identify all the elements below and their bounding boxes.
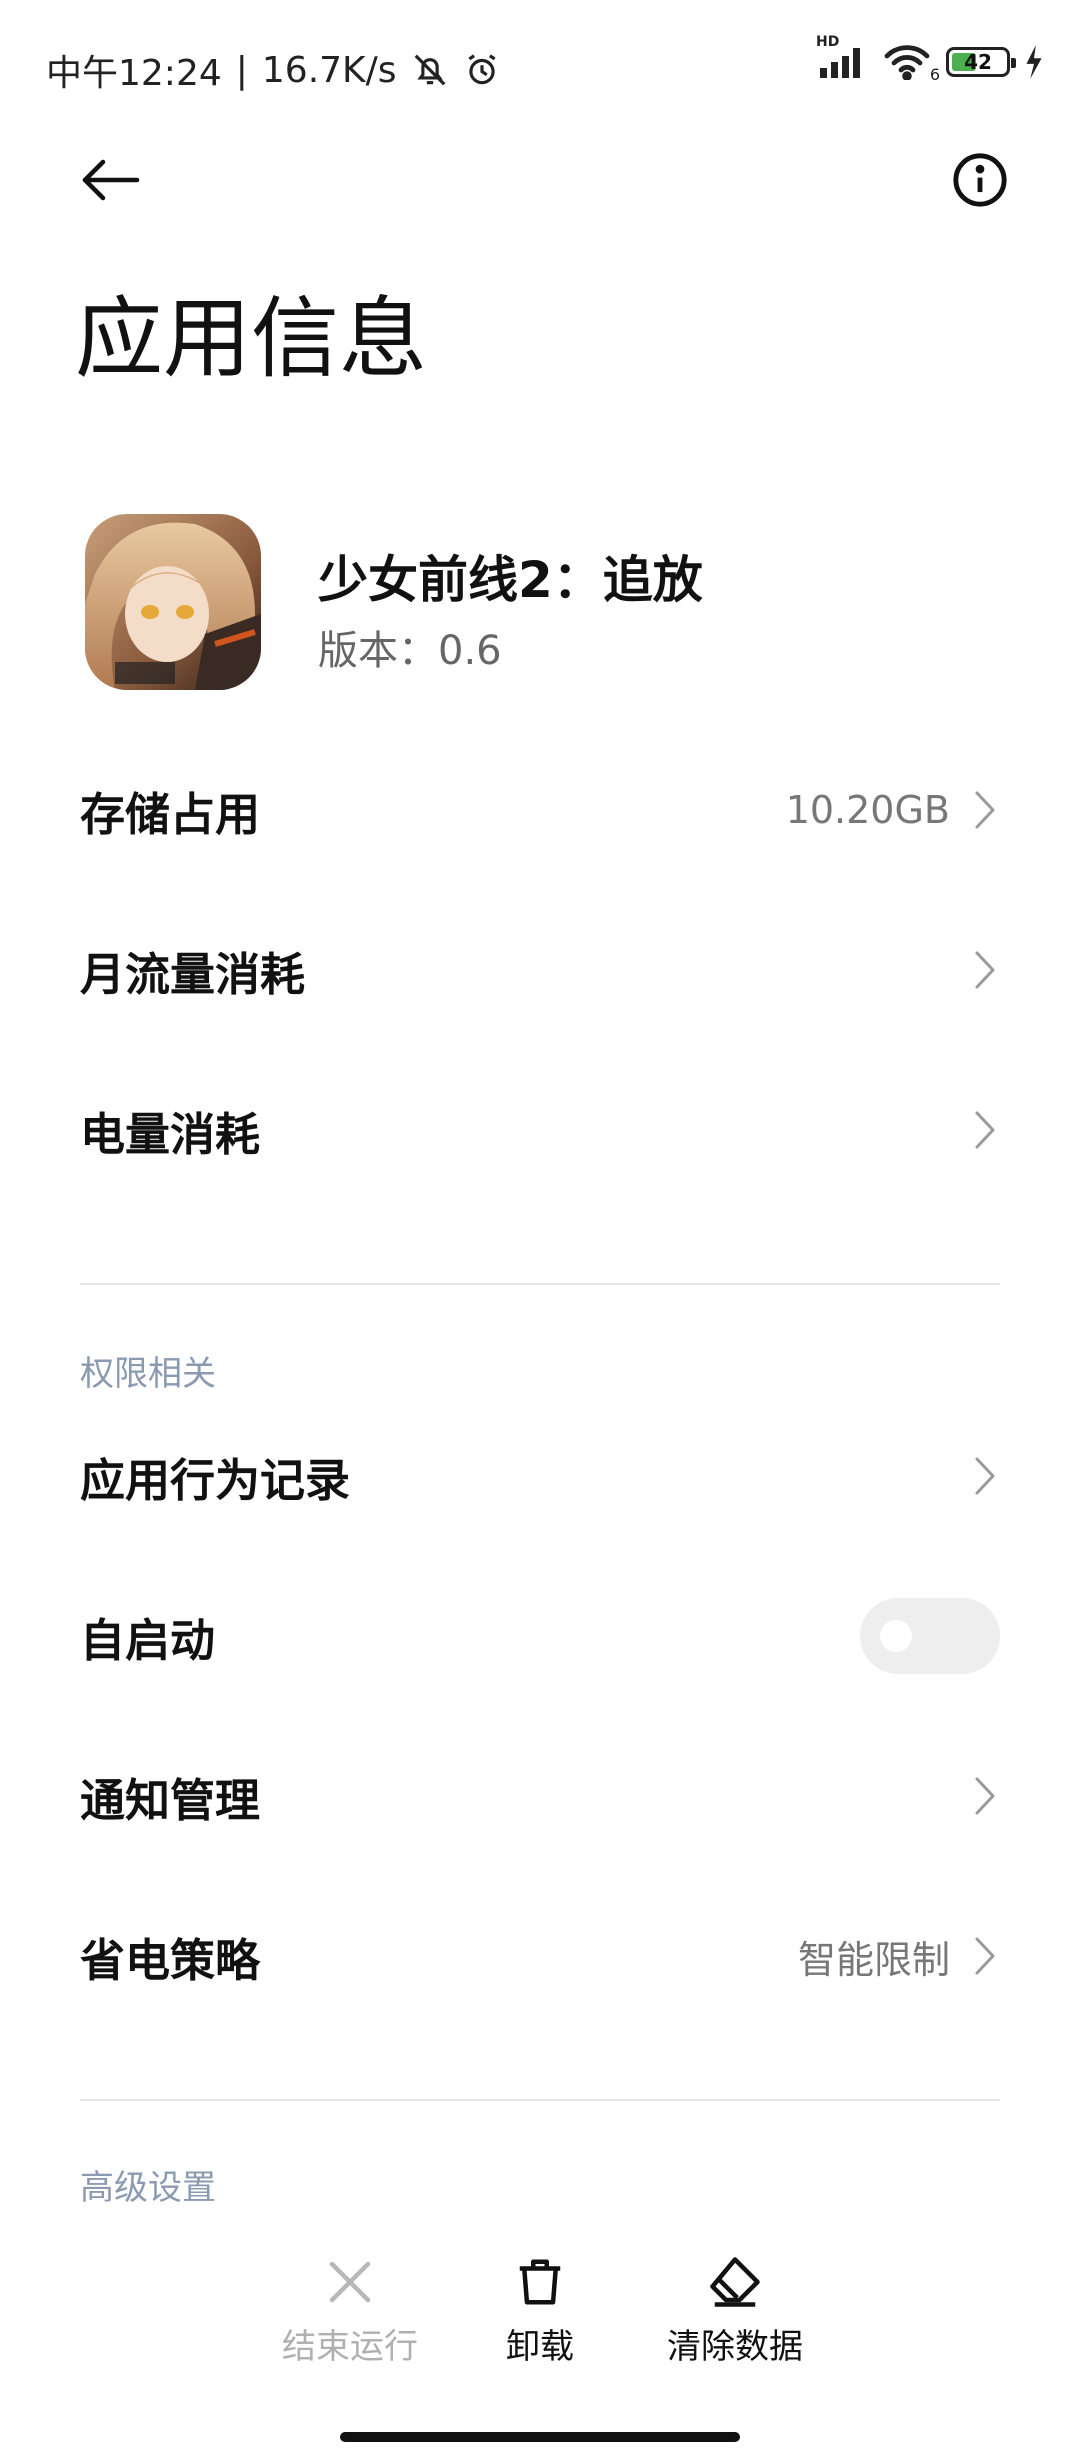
status-bar-left: 中午12:24 | 16.7K/s <box>46 44 501 96</box>
status-time: 中午12:24 <box>46 53 222 94</box>
divider <box>80 1283 1000 1285</box>
row-battery-usage-label: 电量消耗 <box>80 1107 261 1161</box>
app-icon <box>85 514 261 690</box>
chevron-right-icon <box>970 948 1000 992</box>
row-power-saving[interactable]: 省电策略 智能限制 <box>80 1876 1000 2036</box>
close-icon <box>329 2261 371 2303</box>
force-stop-label: 结束运行 <box>282 2327 418 2367</box>
force-stop-button[interactable]: 结束运行 <box>270 2255 430 2368</box>
app-name: 少女前线2：追放 <box>318 551 703 609</box>
page-title: 应用信息 <box>75 287 428 390</box>
section-title-advanced: 高级设置 <box>80 2168 216 2208</box>
app-version-value: 0.6 <box>438 628 502 674</box>
row-power-saving-label: 省电策略 <box>80 1933 261 1987</box>
chevron-right-icon <box>970 1454 1000 1498</box>
network-speed: 16.7K/s <box>261 49 397 91</box>
app-version-label: 版本： <box>318 628 438 674</box>
status-separator: | <box>235 49 248 91</box>
trash-icon <box>519 2259 561 2305</box>
row-storage-label: 存储占用 <box>80 787 261 841</box>
autostart-toggle[interactable] <box>860 1598 1000 1674</box>
chevron-right-icon <box>970 788 1000 832</box>
back-button[interactable] <box>70 140 150 220</box>
signal-icon: HD <box>816 34 868 80</box>
wifi-icon: 6 <box>882 44 940 84</box>
row-monthly-data[interactable]: 月流量消耗 <box>80 890 1000 1050</box>
battery-level: 42 <box>964 50 992 74</box>
row-autostart-label: 自启动 <box>80 1613 216 1667</box>
chevron-right-icon <box>970 1934 1000 1978</box>
info-icon <box>953 153 1007 207</box>
uninstall-button[interactable]: 卸载 <box>460 2255 620 2368</box>
row-battery-usage[interactable]: 电量消耗 <box>80 1050 1000 1210</box>
row-monthly-data-label: 月流量消耗 <box>80 947 306 1001</box>
row-storage[interactable]: 存储占用 10.20GB <box>80 730 1000 890</box>
clear-data-label: 清除数据 <box>667 2327 803 2367</box>
app-version: 版本：0.6 <box>318 618 502 676</box>
info-button[interactable] <box>940 140 1020 220</box>
alarm-icon <box>463 51 501 89</box>
row-behavior-log-label: 应用行为记录 <box>80 1453 351 1507</box>
charging-icon <box>1024 45 1044 79</box>
row-storage-value: 10.20GB <box>785 788 950 832</box>
toggle-knob <box>880 1620 912 1652</box>
battery-icon: 42 <box>946 47 1016 77</box>
arrow-left-icon <box>82 159 140 201</box>
row-notifications[interactable]: 通知管理 <box>80 1716 1000 1876</box>
bell-off-icon <box>411 51 449 89</box>
section-title-permissions: 权限相关 <box>80 1354 216 1394</box>
status-bar-right: HD 6 42 <box>816 34 1044 84</box>
row-behavior-log[interactable]: 应用行为记录 <box>80 1396 1000 1556</box>
wifi-band-label: 6 <box>929 65 940 84</box>
row-notifications-label: 通知管理 <box>80 1773 261 1827</box>
row-autostart: 自启动 <box>80 1556 1000 1716</box>
row-power-saving-value: 智能限制 <box>797 1937 950 1982</box>
divider <box>80 2099 1000 2101</box>
uninstall-label: 卸载 <box>506 2327 574 2367</box>
network-type-label: HD <box>816 34 840 50</box>
chevron-right-icon <box>970 1108 1000 1152</box>
chevron-right-icon <box>970 1774 1000 1818</box>
clear-data-button[interactable]: 清除数据 <box>650 2255 820 2368</box>
eraser-icon <box>710 2257 760 2307</box>
home-indicator[interactable] <box>340 2432 740 2442</box>
